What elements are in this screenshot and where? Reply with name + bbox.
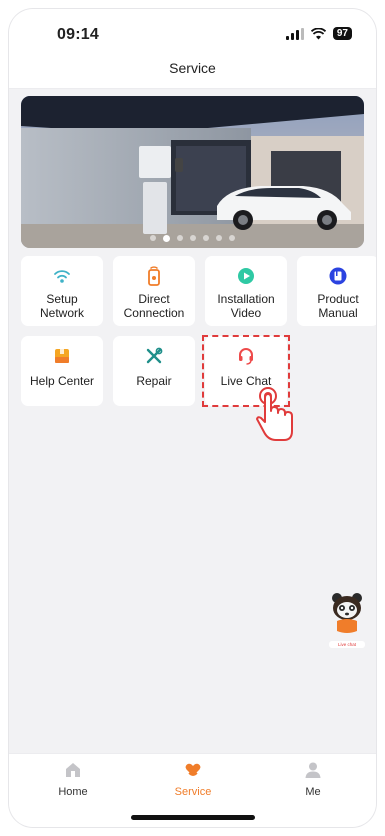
- service-heart-icon: [185, 763, 201, 776]
- repair-button[interactable]: Repair: [113, 336, 195, 406]
- tile-label: Product Manual: [317, 292, 359, 320]
- carousel-dot[interactable]: [216, 235, 222, 241]
- tile-label: Installation Video: [217, 292, 275, 320]
- tile-label: Setup Network: [39, 292, 84, 320]
- product-manual-button[interactable]: Product Manual: [297, 256, 376, 326]
- carousel-dot[interactable]: [150, 235, 156, 241]
- carousel-dot[interactable]: [203, 235, 209, 241]
- installation-video-button[interactable]: Installation Video: [205, 256, 287, 326]
- help-box-icon: [55, 349, 69, 363]
- person-icon: [305, 762, 321, 778]
- help-center-button[interactable]: Help Center: [21, 336, 103, 406]
- direct-connection-button[interactable]: Direct Connection: [113, 256, 195, 326]
- top-bar: 09:14 97 Service: [9, 9, 376, 89]
- home-icon: [66, 763, 80, 777]
- headset-icon: [239, 348, 253, 365]
- tab-label: Me: [305, 786, 321, 798]
- promo-banner[interactable]: [21, 96, 364, 248]
- carousel-dot[interactable]: [177, 235, 183, 241]
- signal-icon: [285, 27, 304, 40]
- status-time: 09:14: [57, 26, 99, 43]
- banner-image: [21, 96, 364, 248]
- page-title: Service: [169, 60, 216, 76]
- tile-label: Direct Connection: [123, 292, 185, 320]
- live-chat-floating-button[interactable]: Live chat: [329, 591, 365, 648]
- wifi-icon: [54, 270, 70, 283]
- tab-me[interactable]: Me: [273, 760, 353, 798]
- carousel-dot[interactable]: [190, 235, 196, 241]
- tools-icon: [146, 347, 163, 364]
- tile-label: Help Center: [29, 374, 95, 388]
- tile-label: Repair: [136, 374, 172, 388]
- manual-icon: [329, 267, 347, 285]
- panda-mascot-icon: [332, 593, 362, 633]
- tab-home[interactable]: Home: [33, 760, 113, 798]
- carousel-dot[interactable]: [229, 235, 235, 241]
- status-icons: 97: [285, 27, 352, 40]
- pointer-hand-icon: [256, 387, 293, 441]
- carousel-dot-active[interactable]: [163, 235, 170, 242]
- carousel-dots[interactable]: [21, 235, 364, 242]
- tab-label: Home: [58, 786, 88, 798]
- setup-network-button[interactable]: Setup Network: [21, 256, 103, 326]
- wifi-status-icon: [310, 27, 326, 39]
- status-bar: 09:14 97: [9, 9, 376, 59]
- tab-service[interactable]: Service: [153, 760, 233, 798]
- tab-label: Service: [174, 786, 212, 798]
- battery-level: 97: [332, 27, 352, 40]
- mascot-label: Live chat: [329, 641, 365, 648]
- remote-icon: [148, 266, 160, 286]
- phone-screen: 09:14 97 Service Setup Network Direct Co…: [9, 9, 376, 827]
- home-indicator[interactable]: [131, 815, 255, 820]
- play-icon: [238, 268, 254, 284]
